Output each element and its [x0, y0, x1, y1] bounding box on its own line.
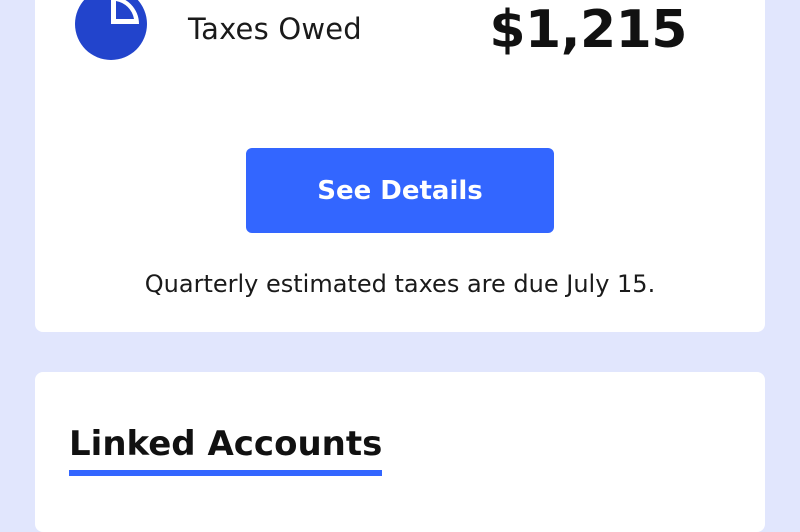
linked-accounts-card: Linked Accounts [35, 372, 765, 532]
see-details-button[interactable]: See Details [246, 148, 554, 233]
linked-accounts-title: Linked Accounts [69, 424, 383, 476]
tax-due-note: Quarterly estimated taxes are due July 1… [144, 270, 656, 298]
taxes-owed-label: Taxes Owed [188, 12, 362, 46]
pie-chart-icon [75, 0, 147, 60]
taxes-card: Taxes Owed $1,215 See Details Quarterly … [35, 0, 765, 332]
taxes-owed-amount: $1,215 [489, 0, 687, 60]
